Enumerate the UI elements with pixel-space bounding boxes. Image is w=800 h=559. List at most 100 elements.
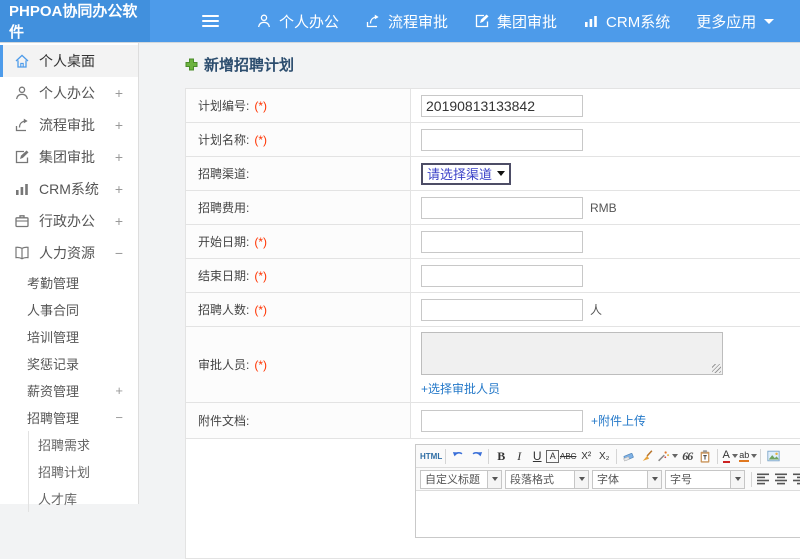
dropdown-value: 字体 — [597, 474, 619, 486]
sidebar-subitem-recruit-demand[interactable]: 招聘需求 — [29, 431, 138, 458]
required-marker: (*) — [254, 98, 268, 113]
caret-down-icon — [730, 470, 744, 488]
attachment-input[interactable] — [421, 409, 583, 432]
undo-icon[interactable] — [449, 447, 467, 465]
font-size-dropdown[interactable]: 字号 — [665, 469, 745, 489]
sidebar-subitem-recruit-plan[interactable]: 招聘计划 — [29, 458, 138, 485]
attachment-upload-link[interactable]: +附件上传 — [591, 412, 646, 429]
sidebar-subitem-salary[interactable]: 薪资管理 + — [0, 377, 138, 404]
superscript-button[interactable]: X² — [577, 447, 595, 465]
sidebar-item-personal-office[interactable]: 个人办公 + — [0, 77, 138, 109]
form-row-attachment: 附件文档: +附件上传 — [186, 403, 800, 439]
expand-plus-icon: + — [115, 383, 123, 398]
sidebar-subitem-recruitment[interactable]: 招聘管理 − — [0, 404, 138, 431]
select-approvers-link[interactable]: +选择审批人员 — [421, 380, 500, 397]
nav-item-group-approval[interactable]: 集团审批 — [461, 0, 570, 42]
custom-heading-dropdown[interactable]: 自定义标题 — [420, 469, 502, 489]
align-right-icon[interactable] — [791, 470, 800, 488]
required-marker: (*) — [254, 357, 268, 372]
auto-typeset-wand-icon[interactable] — [656, 447, 679, 465]
form-row-plan-name: 计划名称: (*) — [186, 123, 800, 157]
sidebar-subitem-talent-pool[interactable]: 人才库 — [29, 485, 138, 512]
edit-icon — [14, 149, 30, 165]
person-icon — [14, 85, 30, 101]
form-table: 计划编号: (*) 计划名称: (*) 招聘渠道: 请选择渠道 — [185, 88, 800, 559]
resize-grip-icon[interactable] — [712, 364, 721, 373]
sidebar-item-hr[interactable]: 人力资源 − — [0, 237, 138, 269]
nav-item-crm[interactable]: CRM系统 — [570, 0, 683, 42]
caret-down-icon — [647, 470, 661, 488]
subitem-label: 招聘计划 — [38, 465, 91, 480]
chart-icon — [583, 13, 599, 29]
end-date-input[interactable] — [421, 264, 583, 287]
person-icon — [256, 13, 272, 29]
editor-content-area[interactable] — [416, 491, 800, 537]
paste-icon[interactable] — [696, 447, 714, 465]
sidebar-subitem-hr-contract[interactable]: 人事合同 — [0, 296, 138, 323]
sidebar-subitem-training[interactable]: 培训管理 — [0, 323, 138, 350]
start-date-input[interactable] — [421, 230, 583, 253]
format-brush-icon[interactable] — [638, 447, 656, 465]
collapse-minus-icon: − — [114, 245, 123, 261]
nav-item-personal-office[interactable]: 个人办公 — [243, 0, 352, 42]
headcount-input[interactable] — [421, 298, 583, 321]
form-row-channel: 招聘渠道: 请选择渠道 — [186, 157, 800, 191]
dropdown-value: 字号 — [670, 474, 692, 486]
subitem-label: 考勤管理 — [27, 276, 80, 291]
bold-button[interactable]: B — [492, 447, 510, 465]
hamburger-menu-icon[interactable] — [202, 12, 219, 30]
form-row-start-date: 开始日期: (*) — [186, 225, 800, 259]
subscript-button[interactable]: X₂ — [595, 447, 613, 465]
strikethrough-button[interactable]: ABC — [559, 447, 577, 465]
font-border-button[interactable]: A — [546, 449, 560, 463]
plan-name-input[interactable] — [421, 128, 583, 151]
sidebar-item-label: 集团审批 — [39, 149, 95, 165]
sidebar-item-workflow-approval[interactable]: 流程审批 + — [0, 109, 138, 141]
approvers-textarea[interactable] — [421, 332, 723, 375]
sidebar-item-group-approval[interactable]: 集团审批 + — [0, 141, 138, 173]
form-row-editor: HTML B I U A ABC X² X₂ 66 A ab 自定义标题 段落格… — [186, 439, 800, 559]
toolbar-separator — [751, 471, 752, 487]
form-row-cost: 招聘费用: RMB — [186, 191, 800, 225]
expand-plus-icon: + — [114, 117, 123, 133]
field-label-text: 招聘渠道: — [198, 167, 250, 181]
underline-button[interactable]: U — [528, 447, 546, 465]
font-family-dropdown[interactable]: 字体 — [592, 469, 662, 489]
field-label-text: 计划编号: — [198, 99, 250, 113]
subitem-label: 培训管理 — [27, 330, 80, 345]
top-nav: 个人办公 流程审批 集团审批 CRM系统 更多应用 — [243, 0, 787, 42]
redo-icon[interactable] — [467, 447, 485, 465]
eraser-icon[interactable] — [620, 447, 638, 465]
field-label: 招聘费用: — [186, 191, 411, 224]
field-label-text: 招聘人数: — [198, 303, 250, 317]
nav-item-workflow-approval[interactable]: 流程审批 — [352, 0, 461, 42]
dropdown-value: 自定义标题 — [425, 474, 480, 486]
cost-input[interactable] — [421, 196, 583, 219]
rich-text-editor: HTML B I U A ABC X² X₂ 66 A ab 自定义标题 段落格… — [415, 444, 800, 538]
dropdown-value: 段落格式 — [510, 474, 554, 486]
sidebar-subitem-attendance[interactable]: 考勤管理 — [0, 269, 138, 296]
paragraph-format-dropdown[interactable]: 段落格式 — [505, 469, 589, 489]
highlight-color-button[interactable]: ab — [739, 447, 758, 465]
italic-button[interactable]: I — [510, 447, 528, 465]
insert-image-icon[interactable] — [764, 447, 782, 465]
editor-html-button[interactable]: HTML — [420, 447, 442, 465]
align-center-icon[interactable] — [773, 470, 791, 488]
field-label-text: 审批人员: — [198, 358, 250, 372]
sidebar-subitem-rewards[interactable]: 奖惩记录 — [0, 350, 138, 377]
plan-number-input[interactable] — [421, 94, 583, 117]
expand-plus-icon: + — [114, 181, 123, 197]
page-title-text: 新增招聘计划 — [204, 57, 295, 74]
nav-item-more-apps[interactable]: 更多应用 — [683, 0, 787, 42]
blockquote-button[interactable]: 66 — [678, 447, 696, 465]
required-marker: (*) — [254, 234, 268, 249]
nav-item-label: 个人办公 — [279, 13, 340, 31]
font-color-button[interactable]: A — [721, 447, 739, 465]
sidebar-item-crm[interactable]: CRM系统 + — [0, 173, 138, 205]
align-left-icon[interactable] — [755, 470, 773, 488]
sidebar-item-desktop[interactable]: 个人桌面 — [0, 45, 138, 77]
page-title: 新增招聘计划 — [185, 54, 294, 75]
channel-select[interactable]: 请选择渠道 — [421, 162, 512, 185]
sidebar-item-admin-office[interactable]: 行政办公 + — [0, 205, 138, 237]
field-label: 结束日期: (*) — [186, 259, 411, 292]
